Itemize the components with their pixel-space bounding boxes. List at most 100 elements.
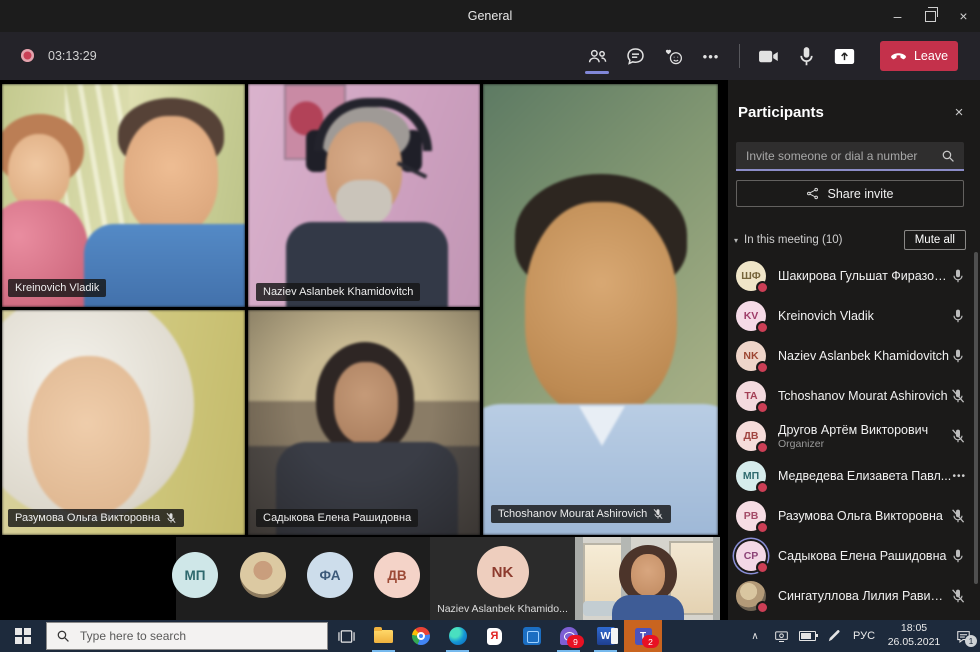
leave-button[interactable]: Leave (880, 41, 958, 71)
share-screen-button[interactable] (825, 32, 863, 80)
video-tile-sadykova[interactable]: Садыкова Елена Рашидовна (248, 310, 480, 535)
edge-icon (449, 627, 467, 645)
participant-row[interactable]: Сингатуллова Лилия Равиле... (728, 576, 980, 616)
avatar-initials: TA (744, 390, 757, 402)
mic-on-icon[interactable] (950, 548, 966, 564)
language-indicator[interactable]: РУС (846, 630, 882, 642)
participant-row[interactable]: TA Tchoshanov Mourat Ashirovich (728, 376, 980, 416)
minimize-button[interactable]: – (881, 0, 914, 32)
chevron-down-icon[interactable]: ▾ (734, 236, 738, 245)
strip-avatar[interactable]: МП (172, 552, 218, 598)
mic-on-icon[interactable] (950, 348, 966, 364)
panel-title: Participants (738, 104, 824, 121)
webcam-video (2, 310, 245, 535)
restore-button[interactable] (914, 0, 947, 32)
participant-info: Tchoshanov Mourat Ashirovich (778, 389, 950, 403)
word-glyph: W (601, 630, 611, 642)
strip-avatar-photo[interactable] (240, 552, 286, 598)
participant-row[interactable]: ШФ Шакирова Гульшат Фиразов... (728, 256, 980, 296)
participant-row[interactable]: РВ Разумова Ольга Викторовна (728, 496, 980, 536)
video-tile-naziev[interactable]: Naziev Aslanbek Khamidovitch (248, 84, 480, 307)
tray-time: 18:05 (882, 622, 946, 636)
mic-muted-icon[interactable] (950, 508, 966, 524)
reactions-button[interactable] (654, 32, 692, 80)
tray-overflow-button[interactable]: ∧ (742, 620, 768, 652)
participant-info: Naziev Aslanbek Khamidovitch (778, 349, 950, 363)
mic-on-icon[interactable] (950, 268, 966, 284)
screen-cast-icon (774, 629, 789, 644)
start-button[interactable] (0, 620, 46, 652)
video-pixels (248, 310, 480, 535)
teams-taskbar-button[interactable]: T 2 (624, 620, 662, 652)
participant-row[interactable]: МП Медведева Елизавета Павл... ••• (728, 456, 980, 496)
participant-info: Шакирова Гульшат Фиразов... (778, 269, 950, 283)
avatar-initials: KV (744, 310, 759, 322)
participant-row[interactable]: KV Kreinovich Vladik (728, 296, 980, 336)
participant-name: Kreinovich Vladik (778, 309, 950, 323)
share-invite-button[interactable]: Share invite (736, 180, 964, 207)
action-center-button[interactable]: 1 (946, 620, 980, 652)
audio-tile-naziev[interactable]: NK Naziev Aslanbek Khamido... (430, 537, 575, 620)
status-busy-dot (756, 441, 769, 454)
strip-avatar[interactable]: ДВ (374, 552, 420, 598)
participant-row[interactable]: ДВ Другов Артём Викторович Organizer (728, 416, 980, 456)
yandex-browser-button[interactable]: Я (476, 620, 513, 652)
participant-info: Разумова Ольга Викторовна (778, 509, 950, 523)
status-busy-dot (756, 321, 769, 334)
chat-button[interactable] (616, 32, 654, 80)
people-icon (587, 46, 608, 67)
camera-toggle-button[interactable] (749, 32, 787, 80)
close-button[interactable]: × (947, 0, 980, 32)
microphone-icon (796, 46, 817, 67)
mic-muted-icon[interactable] (950, 428, 966, 444)
avatar-initials: МП (185, 568, 206, 583)
more-options-icon[interactable]: ••• (952, 471, 966, 482)
word-button[interactable]: W (587, 620, 624, 652)
share-icon (806, 187, 819, 200)
tray-cast-button[interactable] (768, 620, 794, 652)
tray-pen-button[interactable] (820, 620, 846, 652)
status-busy-dot (756, 401, 769, 414)
more-actions-button[interactable]: ••• (692, 32, 730, 80)
viber-button[interactable]: 9 (550, 620, 587, 652)
chrome-button[interactable] (402, 620, 439, 652)
pen-icon (826, 629, 841, 644)
meeting-section-header: ▾ In this meeting (10) Mute all (734, 230, 966, 250)
clock[interactable]: 18:05 26.05.2021 (882, 622, 946, 649)
tile-name-label: Tchoshanov Mourat Ashirovich (491, 505, 671, 523)
recording-indicator-icon (21, 49, 34, 62)
restore-icon (925, 11, 936, 22)
video-pixels (336, 180, 392, 226)
video-tile-kreinovich[interactable]: Kreinovich Vladik (2, 84, 245, 307)
participant-name: Другов Артём Викторович (778, 423, 950, 437)
mute-all-button[interactable]: Mute all (904, 230, 966, 250)
panel-scrollbar[interactable] (974, 252, 978, 584)
participant-name: Садыкова Елена Рашидовна (778, 549, 950, 563)
leave-label: Leave (914, 49, 948, 63)
video-tile-razumova[interactable]: Разумова Ольга Викторовна (2, 310, 245, 535)
mic-muted-icon[interactable] (950, 388, 966, 404)
invite-search-input[interactable] (736, 149, 941, 163)
video-pixels (713, 537, 720, 620)
edge-button[interactable] (439, 620, 476, 652)
word-icon: W (597, 627, 615, 645)
video-tile-tchoshanov[interactable]: Tchoshanov Mourat Ashirovich (483, 84, 718, 535)
mic-on-icon[interactable] (950, 308, 966, 324)
close-icon: × (955, 104, 964, 121)
participants-button[interactable] (578, 32, 616, 80)
file-explorer-button[interactable] (365, 620, 402, 652)
participant-row[interactable]: NK Naziev Aslanbek Khamidovitch (728, 336, 980, 376)
task-view-button[interactable] (328, 620, 365, 652)
mic-toggle-button[interactable] (787, 32, 825, 80)
avatar-initials: ДВ (387, 568, 406, 583)
strip-avatar[interactable]: ФА (307, 552, 353, 598)
panel-close-button[interactable]: × (946, 104, 972, 121)
avatar-initials: NK (743, 350, 758, 362)
blue-app-button[interactable] (513, 620, 550, 652)
participant-row[interactable]: СР Садыкова Елена Рашидовна (728, 536, 980, 576)
mic-muted-icon[interactable] (950, 588, 966, 604)
participant-name: Шакирова Гульшат Фиразов... (778, 269, 950, 283)
taskbar-search-input[interactable] (78, 628, 318, 644)
tray-battery-button[interactable] (794, 620, 820, 652)
self-view-video[interactable] (575, 537, 720, 620)
